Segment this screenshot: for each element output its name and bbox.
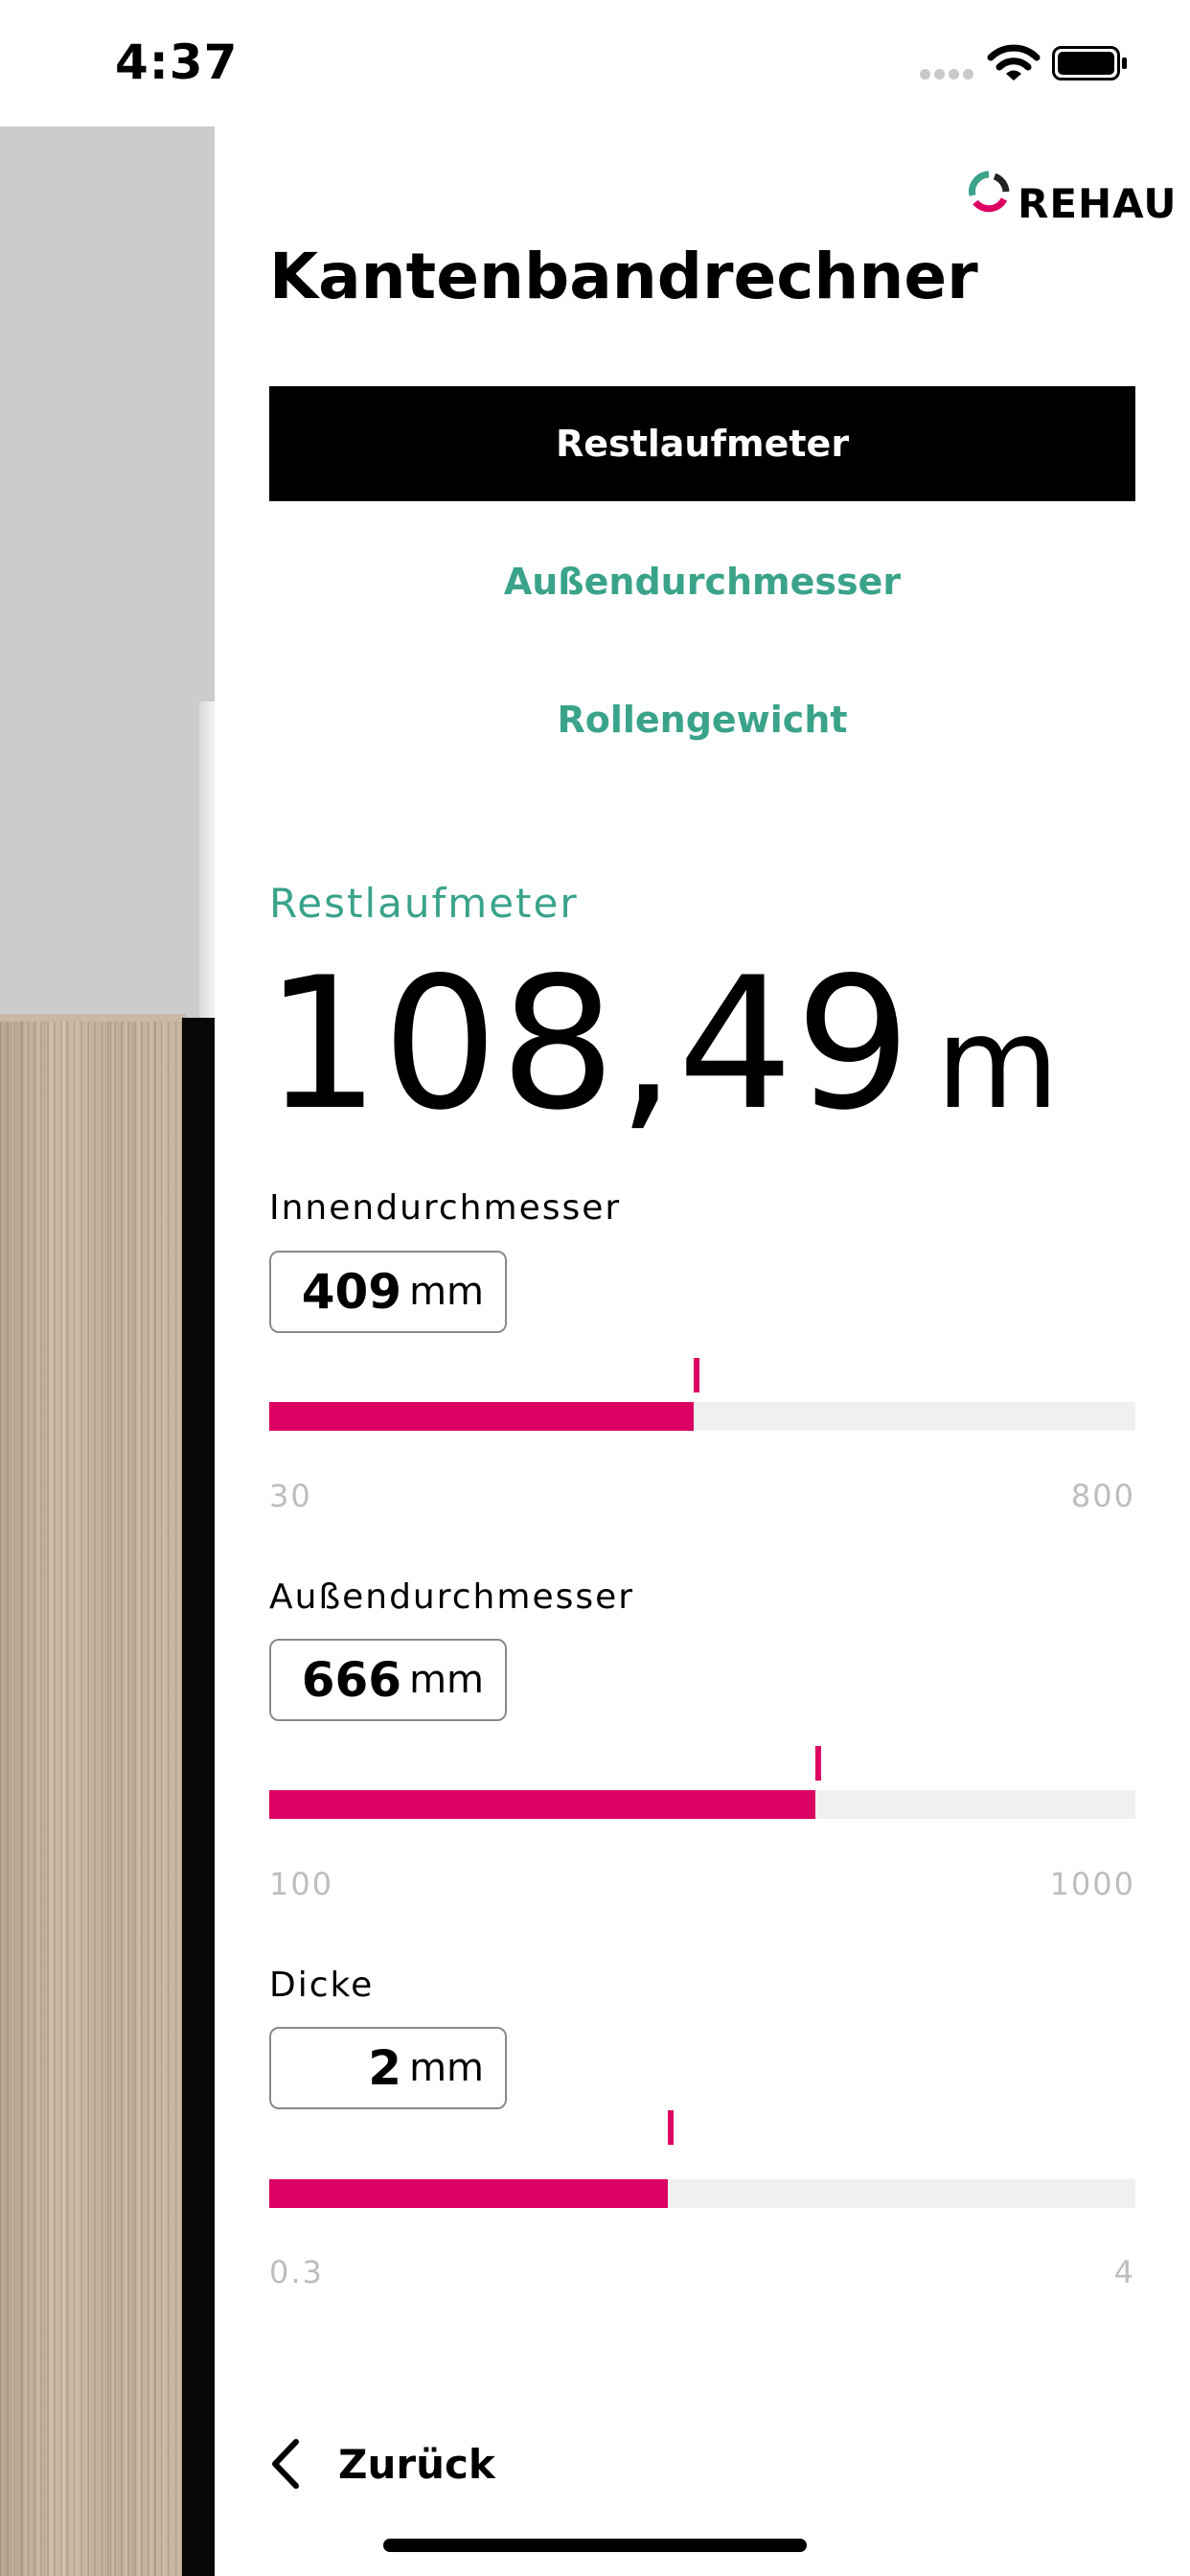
dicke-value: 2 xyxy=(368,2040,402,2096)
field-label-innendurchmesser: Innendurchmesser xyxy=(269,1188,622,1228)
status-bar: 4:37 xyxy=(0,0,1190,126)
battery-icon xyxy=(1052,46,1127,80)
logo-text: REHAU xyxy=(1018,180,1178,227)
dicke-min: 0.3 xyxy=(269,2254,324,2290)
aussendurchmesser-slider-handle[interactable] xyxy=(814,1746,821,1781)
aussendurchmesser-input[interactable]: 666 mm xyxy=(269,1639,507,1721)
aussendurchmesser-slider[interactable] xyxy=(269,1790,1135,1819)
mode-rollengewicht-button[interactable]: Rollengewicht xyxy=(269,662,1135,777)
dicke-slider-handle[interactable] xyxy=(667,2110,674,2145)
innendurchmesser-min: 30 xyxy=(269,1478,312,1514)
innendurchmesser-input[interactable]: 409 mm xyxy=(269,1251,507,1333)
aussendurchmesser-unit: mm xyxy=(409,1658,484,1702)
dicke-input[interactable]: 2 mm xyxy=(269,2027,507,2109)
back-label: Zurück xyxy=(338,2440,495,2488)
edgeband-image xyxy=(0,126,215,2576)
innendurchmesser-unit: mm xyxy=(409,1270,484,1314)
status-time: 4:37 xyxy=(115,34,239,90)
rehau-logo: REHAU xyxy=(968,169,1177,230)
mode-aussendurchmesser-button[interactable]: Außendurchmesser xyxy=(269,524,1135,639)
field-label-dicke: Dicke xyxy=(269,1966,375,2005)
result-number: 108,49 xyxy=(264,938,913,1150)
result-label: Restlaufmeter xyxy=(269,880,579,927)
slider-fill xyxy=(269,1402,694,1431)
page-title: Kantenbandrechner xyxy=(269,240,978,313)
wifi-icon xyxy=(987,44,1041,80)
aussendurchmesser-value: 666 xyxy=(301,1652,402,1708)
signal-icon xyxy=(920,69,973,80)
dicke-max: 4 xyxy=(1113,2254,1135,2290)
back-button[interactable]: Zurück xyxy=(269,2430,495,2497)
chevron-left-icon xyxy=(272,2439,299,2489)
aussendurchmesser-min: 100 xyxy=(269,1866,334,1902)
field-label-aussendurchmesser: Außendurchmesser xyxy=(269,1577,635,1617)
innendurchmesser-slider-handle[interactable] xyxy=(693,1358,699,1392)
result-value: 108,49 m xyxy=(264,949,1061,1160)
innendurchmesser-slider[interactable] xyxy=(269,1402,1135,1431)
result-unit: m xyxy=(935,990,1062,1138)
home-indicator xyxy=(383,2539,807,2552)
dicke-slider[interactable] xyxy=(269,2179,1135,2208)
rehau-logo-icon xyxy=(969,171,1010,213)
innendurchmesser-max: 800 xyxy=(1070,1478,1135,1514)
dicke-unit: mm xyxy=(409,2046,484,2090)
slider-fill xyxy=(269,1790,815,1819)
slider-fill xyxy=(269,2179,668,2208)
mode-restlaufmeter-button[interactable]: Restlaufmeter xyxy=(269,386,1135,501)
innendurchmesser-value: 409 xyxy=(301,1264,402,1320)
aussendurchmesser-max: 1000 xyxy=(1049,1866,1135,1902)
